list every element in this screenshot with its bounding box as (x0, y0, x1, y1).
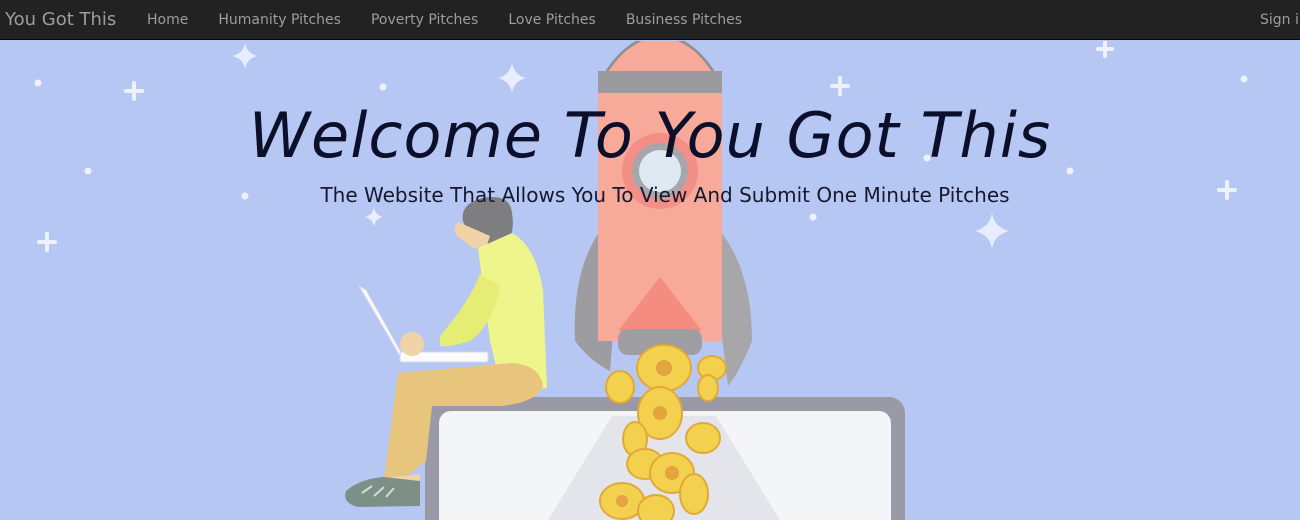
star-dot (1240, 75, 1248, 83)
coin-icon (697, 374, 719, 402)
nav-link-home[interactable]: Home (147, 12, 188, 28)
rocket-illustration (574, 41, 752, 386)
plus-sparkle-icon (124, 81, 144, 101)
coin-icon (605, 370, 635, 404)
plus-sparkle-icon (37, 232, 57, 252)
hero-subtitle: The Website That Allows You To View And … (320, 183, 1010, 207)
plus-sparkle-icon (1096, 41, 1114, 58)
nav-link-love-pitches[interactable]: Love Pitches (508, 12, 595, 28)
nav-link-humanity-pitches[interactable]: Humanity Pitches (218, 12, 341, 28)
sparkle-icon (232, 43, 258, 69)
sign-in-link[interactable]: Sign i (1260, 0, 1299, 40)
brand-logo-link[interactable]: You Got This (0, 9, 147, 30)
nav-link-business-pitches[interactable]: Business Pitches (626, 12, 742, 28)
star-dot (34, 79, 42, 87)
plus-sparkle-icon (830, 76, 850, 96)
coin-icon (637, 494, 675, 520)
sparkle-icon (365, 207, 383, 227)
coin-icon (679, 473, 709, 515)
top-navbar: You Got This Home Humanity Pitches Pover… (0, 0, 1300, 40)
sparkle-icon (975, 213, 1009, 249)
nav-link-poverty-pitches[interactable]: Poverty Pitches (371, 12, 478, 28)
star-dot (809, 213, 817, 221)
hero-title: Welcome To You Got This (248, 99, 1052, 172)
hero-banner: Welcome To You Got This The Website That… (0, 41, 1300, 520)
sparkle-icon (498, 63, 526, 93)
star-dot (379, 83, 387, 91)
nav-links: Home Humanity Pitches Poverty Pitches Lo… (147, 0, 772, 39)
coin-icon (685, 422, 721, 454)
